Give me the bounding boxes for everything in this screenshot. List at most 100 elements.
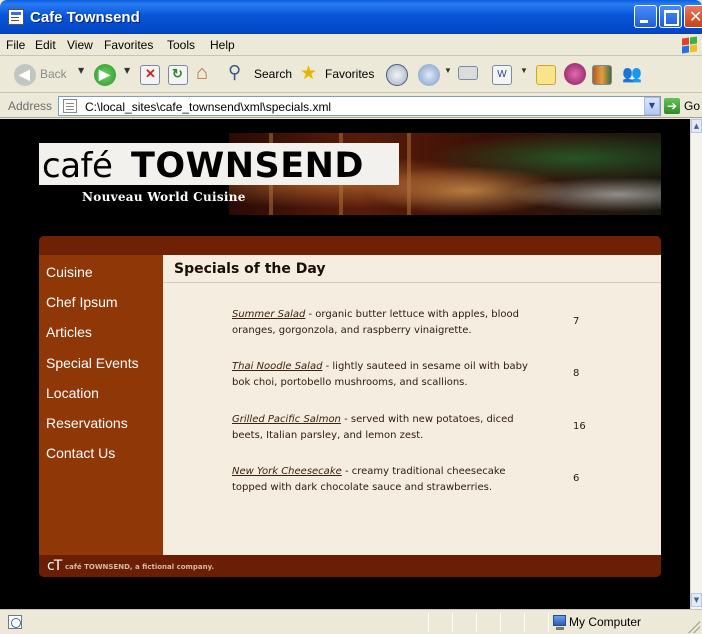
special-price: 7: [573, 316, 580, 327]
special-item: Grilled Pacific Salmon - served with new…: [232, 412, 532, 444]
go-button[interactable]: ➔ Go: [664, 97, 702, 115]
mail-button[interactable]: ▼: [418, 62, 456, 88]
windows-logo-icon: [680, 36, 698, 54]
nav-articles[interactable]: Articles: [46, 324, 92, 340]
research-button[interactable]: [592, 62, 614, 88]
minimize-button[interactable]: [634, 5, 657, 28]
menu-favorites[interactable]: Favorites: [104, 38, 153, 52]
home-icon: ⌂: [196, 62, 209, 84]
word-edit-icon: W: [492, 65, 512, 85]
back-arrow-icon: ◀: [14, 64, 36, 86]
scroll-down-icon[interactable]: ▼: [691, 593, 702, 607]
special-item: Summer Salad - organic butter lettuce wi…: [232, 307, 532, 339]
page-icon: [63, 99, 77, 113]
nav-chef-ipsum[interactable]: Chef Ipsum: [46, 294, 118, 310]
special-name-link[interactable]: Grilled Pacific Salmon: [232, 414, 341, 425]
special-price: 16: [573, 421, 586, 432]
window-title: Cafe Townsend: [30, 9, 140, 26]
resize-grip[interactable]: [688, 621, 700, 633]
address-dropdown-icon[interactable]: ▼: [644, 97, 660, 115]
history-button[interactable]: [386, 62, 408, 88]
scroll-up-icon[interactable]: ▲: [691, 119, 702, 133]
back-label: Back: [40, 67, 67, 81]
history-icon: [386, 64, 408, 86]
refresh-icon: ↻: [168, 65, 188, 85]
refresh-button[interactable]: ↻: [168, 62, 190, 88]
content-area: Specials of the Day Summer Salad - organ…: [163, 255, 661, 555]
go-arrow-icon: ➔: [664, 98, 680, 114]
nav-location[interactable]: Location: [46, 385, 99, 401]
back-dropdown-icon[interactable]: ▼: [78, 66, 84, 75]
logo-townsend: TOWNSEND: [131, 146, 364, 186]
nav-contact-us[interactable]: Contact Us: [46, 445, 115, 461]
site-tagline: Nouveau World Cuisine: [82, 190, 246, 204]
page-title: Specials of the Day: [174, 261, 326, 277]
special-name-link[interactable]: Thai Noodle Salad: [232, 361, 322, 372]
page-status-icon: [8, 615, 22, 629]
main-panel: Cuisine Chef Ipsum Articles Special Even…: [39, 236, 661, 577]
footer-logo-mark: cT: [47, 558, 62, 574]
nav-reservations[interactable]: Reservations: [46, 415, 128, 431]
forward-dropdown-icon[interactable]: ▼: [124, 66, 130, 75]
panel-top-bar: [39, 236, 661, 255]
edit-dropdown-icon: ▼: [520, 66, 528, 75]
people-icon: 👥: [622, 66, 642, 83]
content-header: Specials of the Day: [163, 255, 661, 283]
favorites-button[interactable]: ★ Favorites: [300, 62, 380, 88]
home-button[interactable]: ⌂: [196, 62, 220, 88]
my-computer-icon: [553, 615, 566, 630]
search-label: Search: [254, 67, 293, 81]
menu-edit[interactable]: Edit: [35, 38, 56, 52]
stop-button[interactable]: ✕: [140, 62, 162, 88]
messenger-button[interactable]: [564, 62, 586, 88]
printer-icon: [458, 66, 478, 80]
search-icon: ⚲: [228, 62, 242, 82]
status-bar: My Computer: [0, 609, 702, 634]
close-button[interactable]: ✕: [684, 5, 702, 28]
special-item: New York Cheesecake - creamy traditional…: [232, 464, 532, 496]
edit-button[interactable]: W ▼: [492, 62, 532, 88]
messenger-icon: [564, 63, 586, 85]
address-input[interactable]: C:\local_sites\cafe_townsend\xml\special…: [58, 96, 661, 116]
nav-special-events[interactable]: Special Events: [46, 355, 139, 371]
contacts-button[interactable]: 👥: [622, 62, 646, 88]
menu-tools[interactable]: Tools: [167, 38, 195, 52]
title-bar[interactable]: Cafe Townsend ✕: [0, 0, 702, 34]
vertical-scrollbar[interactable]: ▲ ▼: [690, 119, 702, 609]
special-name-link[interactable]: New York Cheesecake: [232, 466, 342, 477]
special-price: 8: [573, 368, 580, 379]
menu-help[interactable]: Help: [210, 38, 235, 52]
forward-button[interactable]: ▶: [94, 62, 120, 88]
back-button[interactable]: ◀ Back: [14, 62, 74, 88]
forward-arrow-icon: ▶: [94, 64, 116, 86]
special-name-link[interactable]: Summer Salad: [232, 309, 305, 320]
menu-view[interactable]: View: [67, 38, 93, 52]
special-item: Thai Noodle Salad - lightly sauteed in s…: [232, 359, 532, 391]
site-banner: café TOWNSEND Nouveau World Cuisine: [39, 133, 661, 215]
favorites-star-icon: ★: [300, 63, 318, 84]
menu-file[interactable]: File: [6, 38, 25, 52]
mail-dropdown-icon: ▼: [444, 66, 452, 75]
toolbar: ◀ Back ▼ ▶ ▼ ✕ ↻ ⌂ ⚲ Search ★ Favorites …: [0, 57, 702, 93]
maximize-button[interactable]: [659, 5, 682, 28]
footer-text: café TOWNSEND, a fictional company.: [65, 563, 215, 571]
menu-bar: File Edit View Favorites Tools Help: [0, 34, 702, 56]
site-footer: cT café TOWNSEND, a fictional company.: [39, 555, 661, 577]
special-price: 6: [573, 473, 580, 484]
logo-cafe: café: [42, 146, 113, 186]
discuss-button[interactable]: [536, 62, 558, 88]
note-icon: [536, 65, 556, 85]
site-logo[interactable]: café TOWNSEND: [39, 143, 399, 185]
stop-icon: ✕: [140, 65, 160, 85]
security-zone: My Computer: [569, 615, 642, 629]
print-button[interactable]: [458, 62, 482, 88]
nav-cuisine[interactable]: Cuisine: [46, 264, 93, 280]
research-icon: [592, 65, 612, 85]
ie-page-icon: [8, 9, 24, 25]
search-button[interactable]: ⚲ Search: [228, 62, 296, 88]
favorites-label: Favorites: [325, 67, 375, 81]
address-value[interactable]: C:\local_sites\cafe_townsend\xml\special…: [85, 100, 331, 114]
site-nav: Cuisine Chef Ipsum Articles Special Even…: [39, 255, 163, 555]
address-bar: Address C:\local_sites\cafe_townsend\xml…: [0, 94, 702, 118]
address-label: Address: [8, 99, 53, 113]
